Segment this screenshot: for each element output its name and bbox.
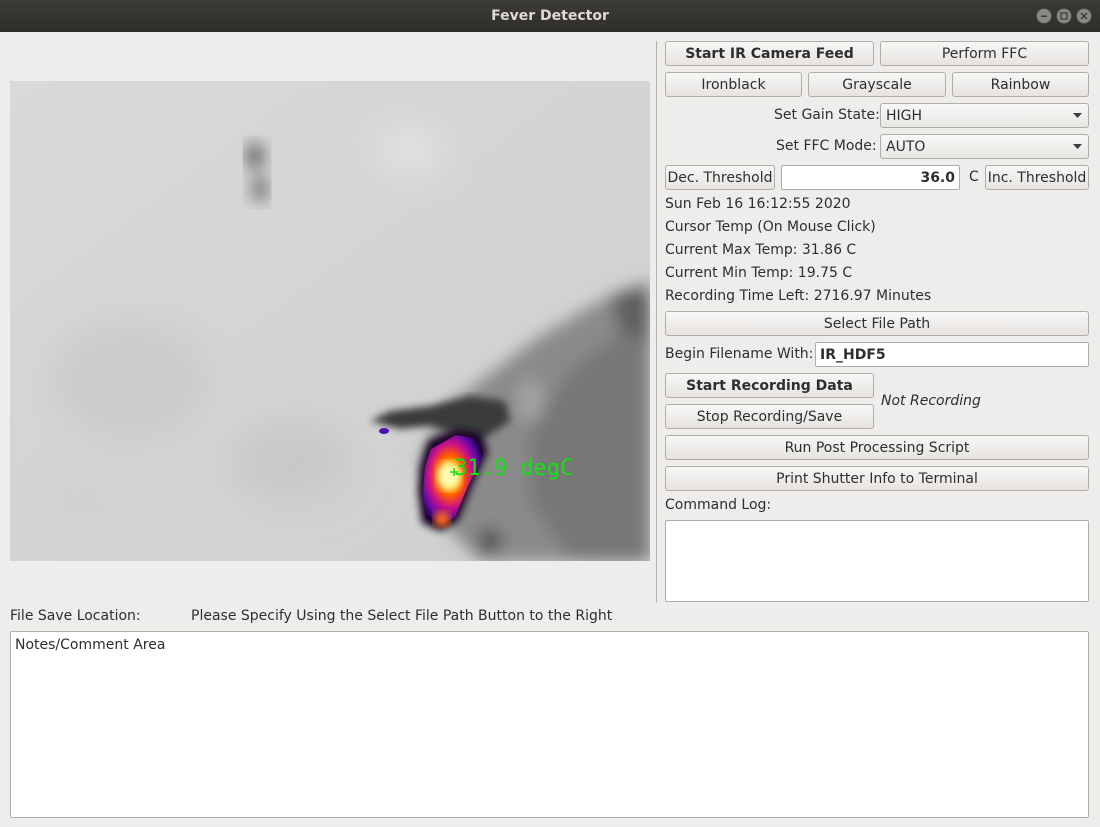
print-shutter-info-button[interactable]: Print Shutter Info to Terminal	[665, 466, 1089, 491]
window-title: Fever Detector	[491, 8, 609, 24]
thermal-image	[10, 81, 650, 561]
title-bar: Fever Detector	[0, 0, 1100, 32]
recording-status-text: Not Recording	[881, 393, 981, 409]
cursor-temp-text: Cursor Temp (On Mouse Click)	[665, 219, 876, 235]
dec-threshold-button[interactable]: Dec. Threshold	[665, 165, 775, 190]
palette-rainbow-button[interactable]: Rainbow	[952, 72, 1089, 97]
threshold-unit-label: C	[969, 169, 979, 185]
chevron-down-icon	[1073, 113, 1082, 118]
gain-state-label: Set Gain State:	[774, 107, 880, 123]
max-temp-overlay-label: 31.9 degC	[454, 456, 574, 481]
notes-comment-area[interactable]: Notes/Comment Area	[10, 631, 1089, 818]
threshold-input[interactable]: 36.0	[781, 165, 960, 190]
minimize-icon[interactable]	[1036, 8, 1052, 24]
palette-grayscale-button[interactable]: Grayscale	[808, 72, 946, 97]
palette-ironblack-button[interactable]: Ironblack	[665, 72, 802, 97]
gain-state-value: HIGH	[886, 107, 923, 124]
ffc-mode-select[interactable]: AUTO	[880, 134, 1089, 159]
command-log-label: Command Log:	[665, 497, 772, 513]
filename-label: Begin Filename With:	[665, 346, 814, 362]
file-save-location-label: File Save Location:	[10, 608, 141, 624]
file-save-location-value: Please Specify Using the Select File Pat…	[191, 608, 613, 624]
start-recording-button[interactable]: Start Recording Data	[665, 373, 874, 398]
gain-state-select[interactable]: HIGH	[880, 103, 1089, 128]
datetime-text: Sun Feb 16 16:12:55 2020	[665, 196, 851, 212]
ir-camera-feed[interactable]: 31.9 degC	[10, 81, 650, 561]
run-post-processing-button[interactable]: Run Post Processing Script	[665, 435, 1089, 460]
stop-recording-button[interactable]: Stop Recording/Save	[665, 404, 874, 429]
notes-text: Notes/Comment Area	[15, 637, 166, 653]
min-temp-text: Current Min Temp: 19.75 C	[665, 265, 853, 281]
chevron-down-icon	[1073, 144, 1082, 149]
panel-divider	[656, 41, 657, 603]
recording-time-left-text: Recording Time Left: 2716.97 Minutes	[665, 288, 932, 304]
perform-ffc-button[interactable]: Perform FFC	[880, 41, 1089, 66]
filename-input[interactable]: IR_HDF5	[815, 342, 1089, 367]
maximize-icon[interactable]	[1056, 8, 1072, 24]
select-file-path-button[interactable]: Select File Path	[665, 311, 1089, 336]
ffc-mode-label: Set FFC Mode:	[776, 138, 877, 154]
command-log-area[interactable]	[665, 520, 1089, 602]
inc-threshold-button[interactable]: Inc. Threshold	[985, 165, 1089, 190]
ffc-mode-value: AUTO	[886, 138, 926, 155]
start-ir-camera-feed-button[interactable]: Start IR Camera Feed	[665, 41, 874, 66]
close-icon[interactable]	[1076, 8, 1092, 24]
max-temp-text: Current Max Temp: 31.86 C	[665, 242, 857, 258]
